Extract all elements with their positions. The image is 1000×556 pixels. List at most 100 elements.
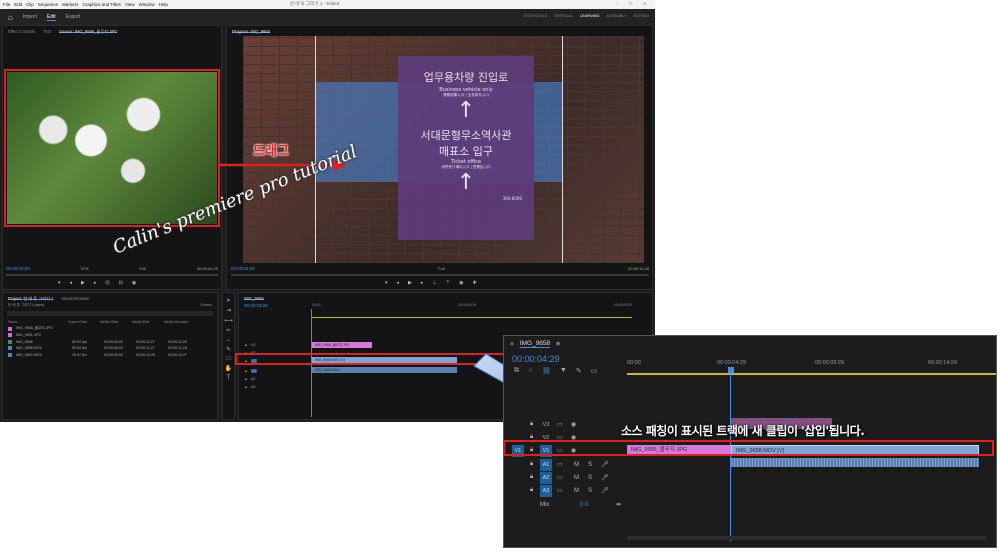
menu-icon[interactable]: ≡ <box>556 341 560 348</box>
callout-timecode[interactable]: 00:00:04:29 <box>512 354 560 364</box>
mark-in-icon[interactable]: ▾ <box>385 280 388 286</box>
pen-icon[interactable]: ✎ <box>226 346 231 353</box>
linked-select-icon[interactable]: ⛓ <box>542 367 551 375</box>
mic-icon[interactable]: 🎤︎ <box>601 461 609 468</box>
sync-icon[interactable]: ▭ <box>557 487 563 494</box>
selection-tool-icon[interactable]: ➤ <box>226 297 231 304</box>
workspace-assembly[interactable]: ASSEMBLY <box>606 14 626 18</box>
mic-icon[interactable]: 🎤︎ <box>601 487 609 494</box>
insert-icon[interactable]: ⊡ <box>105 280 109 286</box>
col-duration[interactable]: Media Duration <box>164 320 198 324</box>
timeline-scrollbar[interactable] <box>627 536 987 540</box>
tab-media-browser[interactable]: Media Browser <box>61 296 89 301</box>
project-search-input[interactable] <box>7 311 213 316</box>
wrench-icon[interactable]: ✎ <box>576 367 582 375</box>
overwrite-icon[interactable]: ⊟ <box>119 280 123 286</box>
workspace-vertical[interactable]: VERTICAL <box>554 14 573 18</box>
col-end[interactable]: Media End <box>132 320 160 324</box>
lock-icon[interactable]: 🔒︎ <box>245 385 247 389</box>
hand-icon[interactable]: ✋ <box>225 365 232 372</box>
lock-icon[interactable]: 🔒︎ <box>530 461 533 468</box>
tab-source[interactable]: Source: IMG_9586_물무지.JPG <box>59 29 118 34</box>
nest-icon[interactable]: ⧉ <box>514 367 519 375</box>
sync-icon[interactable]: ▭ <box>557 461 563 468</box>
step-back-icon[interactable]: ◂ <box>397 280 400 286</box>
tab-effect-controls[interactable]: Effect Controls <box>8 29 35 34</box>
program-timecode[interactable]: 00;00;04;29 <box>231 266 255 271</box>
clip-photo[interactable]: IMG_9586_물무지.JPG <box>312 342 372 348</box>
marker-icon[interactable]: ▼ <box>560 367 567 375</box>
mix-end-icon[interactable]: ⇹ <box>616 501 621 508</box>
solo-button[interactable]: S <box>588 462 592 468</box>
tab-project[interactable]: Project: 빈 테 튜 그리기 1 <box>8 296 54 301</box>
callout-ruler[interactable]: 00:00 00:00:04:29 00:00:09:29 00:00:14:2… <box>627 360 987 370</box>
extract-icon[interactable]: ⊤ <box>446 280 450 286</box>
lock-icon[interactable]: 🔒︎ <box>530 487 533 494</box>
tab-edit[interactable]: Edit <box>47 14 56 21</box>
workspace-learning[interactable]: LEARNING <box>580 14 599 18</box>
playhead-handle[interactable] <box>728 367 734 373</box>
window-controls[interactable]: - □ × <box>617 1 651 6</box>
eye-icon[interactable]: ◉ <box>571 421 576 428</box>
track-select-icon[interactable]: ⇥ <box>226 307 231 314</box>
menu-window[interactable]: Window <box>139 2 155 7</box>
tab-program[interactable]: Program: IMG_9658 <box>232 29 270 34</box>
sync-icon[interactable]: ▭ <box>557 421 563 428</box>
col-name[interactable]: Name <box>8 320 64 324</box>
menu-help[interactable]: Help <box>159 2 168 7</box>
program-quality[interactable]: Full <box>438 266 444 271</box>
timeline-ruler[interactable]: 00;00 00;00;04;29 00;00;09;29 <box>312 303 632 307</box>
track-target-a1[interactable]: A1 <box>540 458 552 471</box>
menu-file[interactable]: File <box>3 2 10 7</box>
snap-icon[interactable]: ∩ <box>528 367 533 375</box>
work-area-bar[interactable] <box>627 373 996 375</box>
list-item[interactable]: IMG_9662.MOV 29.97 fps 00;00;00;00 00;00… <box>3 352 217 359</box>
playhead[interactable] <box>730 373 731 541</box>
lock-icon[interactable]: 🔒︎ <box>245 377 247 381</box>
step-forward-icon[interactable]: ▸ <box>421 280 424 286</box>
menu-view[interactable]: View <box>125 2 135 7</box>
export-frame-icon[interactable]: ◉ <box>459 280 463 286</box>
col-rate[interactable]: Frame Rate <box>68 320 96 324</box>
menu-edit[interactable]: Edit <box>14 2 22 7</box>
menu-graphics[interactable]: Graphics and Titles <box>82 2 121 7</box>
timeline-timecode[interactable]: 00;00;04;29 <box>244 303 268 308</box>
col-start[interactable]: Media Start <box>100 320 128 324</box>
lock-icon[interactable]: 🔒︎ <box>530 421 533 428</box>
mute-button[interactable]: M <box>574 475 579 481</box>
play-icon[interactable]: ▶ <box>81 280 85 286</box>
menu-clip[interactable]: Clip <box>26 2 34 7</box>
lock-icon[interactable]: 🔒︎ <box>245 369 247 373</box>
lock-icon[interactable]: 🔒︎ <box>245 343 247 347</box>
type-icon[interactable]: T <box>227 375 231 381</box>
step-back-icon[interactable]: ◂ <box>70 280 73 286</box>
menu-sequence[interactable]: Sequence <box>38 2 58 7</box>
razor-icon[interactable]: ✂ <box>226 327 231 334</box>
mix-value[interactable]: 0.0 <box>580 502 588 508</box>
source-timecode[interactable]: 00;00;00;00 <box>6 266 30 271</box>
tab-sequence[interactable]: IMG_9658 <box>244 296 264 301</box>
source-scrubber[interactable] <box>6 274 218 276</box>
workspace-editing[interactable]: EDITING <box>634 14 649 18</box>
track-target-a3[interactable]: A3 <box>540 484 552 497</box>
close-icon[interactable]: × <box>510 341 514 348</box>
ripple-edit-icon[interactable]: ⟷ <box>224 317 233 324</box>
export-frame-icon[interactable]: ◉ <box>132 280 136 286</box>
mark-in-icon[interactable]: ▾ <box>58 280 61 286</box>
solo-button[interactable]: S <box>588 475 592 481</box>
lift-icon[interactable]: ⊥ <box>432 280 436 286</box>
sync-icon[interactable]: ▭ <box>557 474 563 481</box>
solo-button[interactable]: S <box>588 488 592 494</box>
clip-audio[interactable]: IMG_9658.MOV <box>312 367 457 373</box>
tab-import[interactable]: Import <box>23 14 37 20</box>
mute-button[interactable]: M <box>574 488 579 494</box>
home-icon[interactable]: ⌂ <box>8 13 13 22</box>
source-quality[interactable]: Full <box>140 266 146 271</box>
work-area-bar[interactable] <box>312 317 632 318</box>
rectangle-icon[interactable]: □ <box>227 356 231 362</box>
sequence-tab[interactable]: IMG_9658 <box>519 340 551 348</box>
menu-markers[interactable]: Markers <box>62 2 78 7</box>
program-scrubber[interactable] <box>231 274 649 276</box>
settings-icon[interactable]: ✚ <box>473 280 477 286</box>
lock-icon[interactable]: 🔒︎ <box>530 474 533 481</box>
